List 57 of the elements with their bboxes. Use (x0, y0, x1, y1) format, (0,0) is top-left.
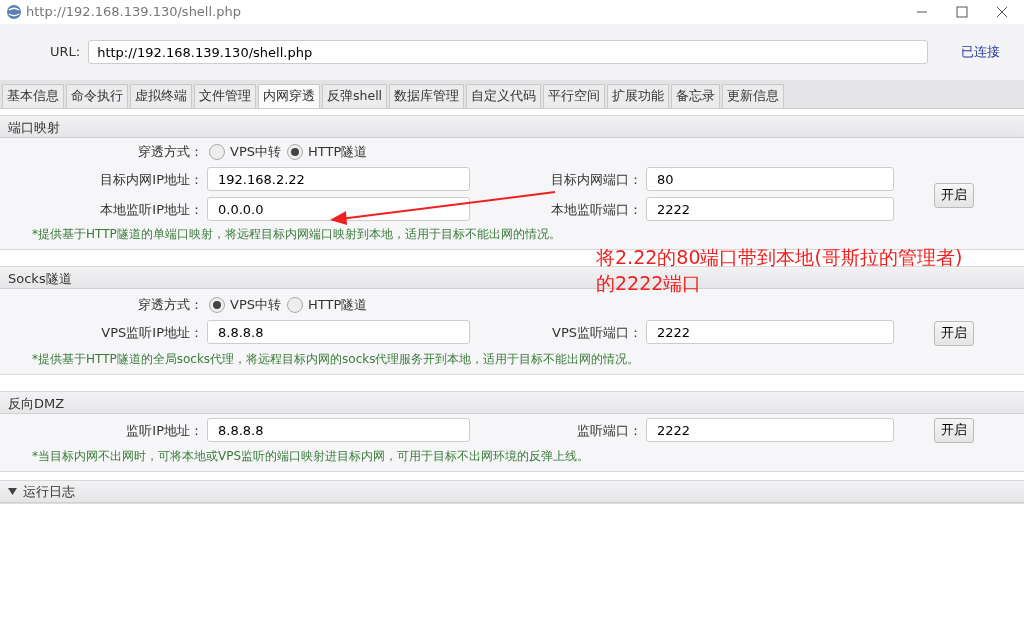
hint-text: *当目标内网不出网时，可将本地或VPS监听的端口映射进目标内网，可用于目标不出网环境的反弹上线。 (31, 447, 591, 465)
field-label: 本地监听IP地址： (99, 200, 203, 219)
start-button[interactable]: 开启 (934, 418, 974, 443)
tab[interactable]: 自定义代码 (466, 84, 542, 108)
log-header[interactable]: 运行日志 (0, 479, 1024, 503)
radio-button[interactable] (287, 143, 303, 160)
expand-triangle-icon[interactable] (8, 486, 17, 496)
tab[interactable]: 数据库管理 (389, 84, 465, 108)
tab[interactable]: 平行空间 (543, 84, 606, 108)
field-label: 监听IP地址： (125, 421, 203, 440)
tab[interactable]: 更新信息 (722, 84, 785, 108)
radio-label[interactable]: VPS中转 (230, 141, 281, 162)
input-field[interactable]: 8.8.8.8 (207, 418, 470, 443)
field-label: VPS监听IP地址： (100, 323, 203, 342)
input-field[interactable]: 2222 (646, 418, 894, 443)
tab[interactable]: 命令执行 (66, 84, 128, 108)
field-label: VPS监听端口： (551, 323, 642, 342)
input-field[interactable]: 192.168.2.22 (207, 167, 470, 192)
tab[interactable]: 反弹shell (322, 84, 388, 108)
tab[interactable]: 基本信息 (2, 84, 64, 108)
globe-icon (6, 4, 22, 20)
start-button[interactable]: 开启 (934, 321, 974, 346)
hint-text: *提供基于HTTP隧道的全局socks代理，将远程目标内网的socks代理服务开到本地，适用于目标不能出网的情况。 (31, 351, 641, 368)
log-title: 运行日志 (23, 482, 75, 501)
connection-status: 已连接 (961, 43, 1000, 62)
input-field[interactable]: 8.8.8.8 (207, 320, 470, 345)
tab[interactable]: 扩展功能 (607, 84, 670, 108)
input-field[interactable]: 80 (646, 167, 894, 192)
radio-button[interactable] (209, 296, 225, 313)
radio-label[interactable]: HTTP隧道 (308, 141, 368, 162)
radio-label[interactable]: VPS中转 (230, 294, 281, 315)
field-label: 穿透方式： (137, 142, 203, 161)
start-button[interactable]: 开启 (934, 183, 974, 208)
field-label: 本地监听端口： (550, 200, 642, 219)
field-label: 目标内网端口： (550, 170, 642, 189)
tab[interactable]: 内网穿透 (258, 84, 320, 108)
field-label: 监听端口： (576, 421, 642, 440)
url-label: URL: (50, 43, 81, 62)
tab[interactable]: 虚拟终端 (130, 84, 192, 108)
field-label: 穿透方式： (137, 295, 203, 314)
section-header: 端口映射 (0, 114, 1024, 138)
window-title: http://192.168.139.130/shell.php (26, 3, 241, 22)
input-field[interactable]: 0.0.0.0 (207, 197, 470, 222)
hint-text: *提供基于HTTP隧道的单端口映射，将远程目标内网端口映射到本地，适用于目标不能出网的情况。 (31, 226, 562, 244)
maximize-icon[interactable] (956, 6, 968, 18)
radio-button[interactable] (287, 296, 303, 313)
input-field[interactable]: 2222 (646, 320, 894, 345)
section-header: 反向DMZ (0, 391, 1024, 414)
annotation-text: 将2.22的80端口带到本地(哥斯拉的管理者) 的2222端口 (596, 245, 963, 296)
tab[interactable]: 文件管理 (194, 84, 256, 108)
close-icon[interactable] (996, 6, 1008, 18)
field-label: 目标内网IP地址： (99, 170, 203, 189)
input-field[interactable]: 2222 (646, 197, 894, 222)
url-field[interactable]: http://192.168.139.130/shell.php (88, 40, 929, 64)
radio-button[interactable] (209, 143, 225, 160)
tab[interactable]: 备忘录 (671, 84, 721, 108)
radio-label[interactable]: HTTP隧道 (308, 294, 368, 315)
